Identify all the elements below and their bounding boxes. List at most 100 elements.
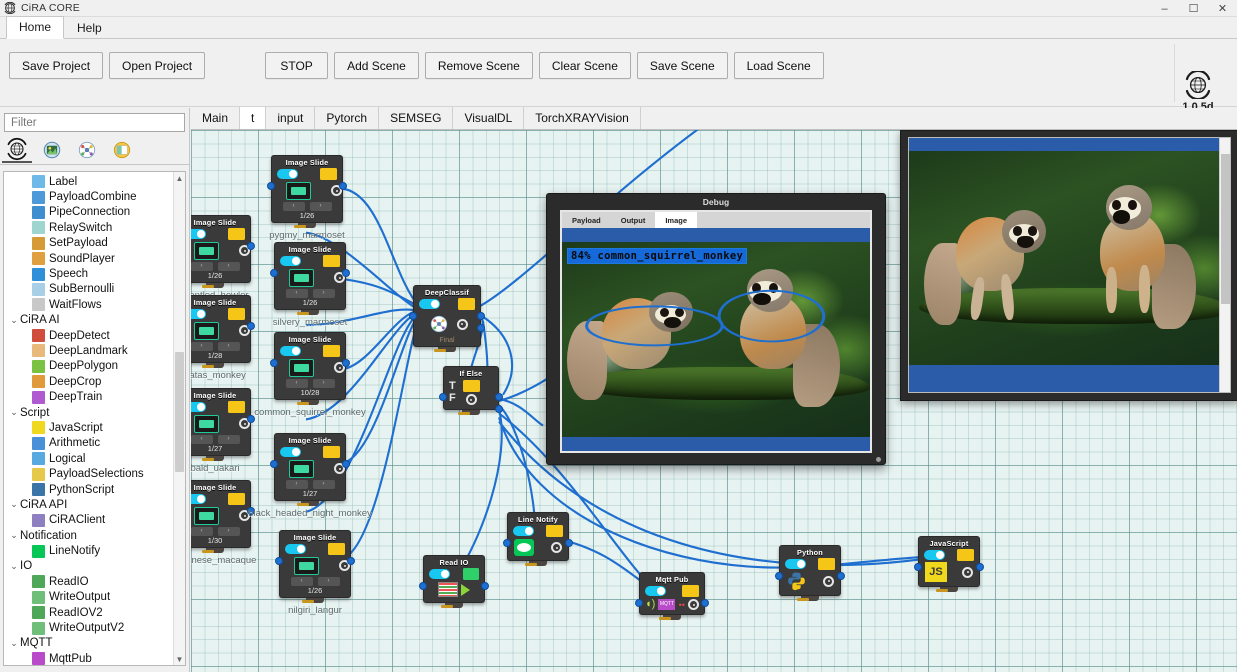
- node-body[interactable]: JavaScript JS: [914, 536, 984, 587]
- node-output-chip[interactable]: [320, 168, 337, 180]
- input-port[interactable]: [419, 582, 427, 590]
- remove-scene-button[interactable]: Remove Scene: [424, 52, 533, 79]
- tree-item-deeplandmark[interactable]: DeepLandmark: [4, 343, 185, 358]
- tree-group-script[interactable]: ⌄ Script: [4, 405, 185, 420]
- node-body[interactable]: Image Slide ‹ › 10/28: [270, 332, 350, 400]
- tree-group-io[interactable]: ⌄ IO: [4, 559, 185, 574]
- next-button[interactable]: ›: [317, 577, 340, 586]
- node-mqtt-pub[interactable]: Mqtt Pub ◖) MQTT ••: [635, 572, 709, 620]
- node-body[interactable]: Line Notify: [503, 512, 573, 561]
- node-body[interactable]: Image Slide ‹ › 1/26: [191, 215, 255, 283]
- tree-item-linenotify[interactable]: LineNotify: [4, 543, 185, 558]
- input-port[interactable]: [275, 557, 283, 565]
- scene-tab-torchxrayvision[interactable]: TorchXRAYVision: [524, 107, 641, 129]
- gear-icon[interactable]: [823, 575, 834, 587]
- node-output-chip[interactable]: [328, 543, 345, 555]
- node-output-chip[interactable]: [323, 345, 340, 357]
- node-toggle[interactable]: [191, 402, 206, 412]
- node-body[interactable]: Image Slide ‹ › 1/28: [191, 295, 255, 363]
- tree-item-deeppolygon[interactable]: DeepPolygon: [4, 359, 185, 374]
- stop-button[interactable]: STOP: [265, 52, 329, 79]
- node-body[interactable]: Image Slide ‹ › 1/30: [191, 480, 255, 548]
- output-port[interactable]: [477, 312, 485, 320]
- next-button[interactable]: ›: [217, 435, 240, 444]
- gear-icon[interactable]: [688, 599, 699, 610]
- node-toggle[interactable]: [645, 586, 666, 596]
- output-port[interactable]: [342, 269, 350, 277]
- output-port[interactable]: [247, 322, 255, 330]
- tree-item-payloadcombine[interactable]: PayloadCombine: [4, 189, 185, 204]
- debug-window[interactable]: Debug Payload Output Image 84% common_sq…: [546, 193, 886, 465]
- prev-button[interactable]: ‹: [191, 262, 213, 271]
- tree-item-writeoutputv2[interactable]: WriteOutputV2: [4, 620, 185, 635]
- node-image-slide[interactable]: Image Slide ‹ › 10/28 common_squirrel_monkey: [254, 332, 366, 418]
- scrollbar-thumb[interactable]: [175, 352, 184, 472]
- node-output-chip[interactable]: [546, 525, 563, 537]
- node-body[interactable]: Image Slide ‹ › 1/26: [267, 155, 347, 223]
- input-port[interactable]: [635, 599, 643, 607]
- output-port[interactable]: [837, 572, 845, 580]
- filter-input[interactable]: [9, 115, 180, 130]
- node-toggle[interactable]: [280, 346, 301, 356]
- tree-scrollbar[interactable]: ▲ ▼: [173, 172, 185, 665]
- node-toggle[interactable]: [277, 169, 298, 179]
- node-output-chip[interactable]: [323, 255, 340, 267]
- tree-item-arithmetic[interactable]: Arithmetic: [4, 436, 185, 451]
- prev-button[interactable]: ‹: [285, 379, 308, 388]
- tree-item-readio[interactable]: ReadIO: [4, 574, 185, 589]
- tree-item-javascript[interactable]: JavaScript: [4, 420, 185, 435]
- input-port[interactable]: [775, 572, 783, 580]
- save-scene-button[interactable]: Save Scene: [636, 52, 728, 79]
- tree-item-pipeconnection[interactable]: PipeConnection: [4, 205, 185, 220]
- tree-item-pythonscript[interactable]: PythonScript: [4, 482, 185, 497]
- prev-button[interactable]: ‹: [282, 202, 305, 211]
- node-body[interactable]: Mqtt Pub ◖) MQTT ••: [635, 572, 709, 615]
- node-toggle[interactable]: [429, 569, 450, 579]
- output-port[interactable]: [347, 557, 355, 565]
- prev-button[interactable]: ‹: [191, 527, 213, 536]
- debug-tab-output[interactable]: Output: [611, 212, 656, 228]
- tree-item-label[interactable]: Label: [4, 174, 185, 189]
- tree-item-deepdetect[interactable]: DeepDetect: [4, 328, 185, 343]
- input-port[interactable]: [409, 312, 417, 320]
- tree-item-soundplayer[interactable]: SoundPlayer: [4, 251, 185, 266]
- node-output-chip[interactable]: [228, 308, 245, 320]
- node-output-chip[interactable]: [228, 401, 245, 413]
- node-output-chip[interactable]: [463, 568, 479, 580]
- node-image-slide[interactable]: Image Slide ‹ › 1/27 bald_uakari: [191, 388, 255, 474]
- output-port[interactable]: [339, 182, 347, 190]
- scene-tab-semseg[interactable]: SEMSEG: [379, 107, 454, 129]
- minimize-button[interactable]: –: [1150, 0, 1179, 17]
- prev-button[interactable]: ‹: [285, 289, 308, 298]
- tree-group-cira-api[interactable]: ⌄ CiRA API: [4, 497, 185, 512]
- scroll-down-icon[interactable]: ▼: [174, 653, 185, 665]
- tree-item-subbernoulli[interactable]: SubBernoulli: [4, 282, 185, 297]
- node-deepclassif[interactable]: DeepClassif Final: [409, 285, 485, 352]
- output-port-secondary[interactable]: [495, 405, 503, 413]
- maximize-button[interactable]: ☐: [1179, 0, 1208, 17]
- menu-tab-help[interactable]: Help: [64, 17, 115, 39]
- tree-item-readiov2[interactable]: ReadIOV2: [4, 605, 185, 620]
- close-button[interactable]: ✕: [1208, 0, 1237, 17]
- scene-tab-t[interactable]: t: [240, 107, 267, 129]
- node-toggle[interactable]: [191, 309, 206, 319]
- preview-scrollbar[interactable]: [1219, 138, 1230, 392]
- node-body[interactable]: Image Slide ‹ › 1/26: [270, 242, 350, 310]
- next-button[interactable]: ›: [217, 342, 240, 351]
- node-output-chip[interactable]: [323, 446, 340, 458]
- input-port[interactable]: [267, 182, 275, 190]
- tree-item-ciraclient[interactable]: CiRAClient: [4, 513, 185, 528]
- node-toggle[interactable]: [785, 559, 806, 569]
- tree-group-cira-ai[interactable]: ⌄ CiRA AI: [4, 313, 185, 328]
- next-button[interactable]: ›: [312, 289, 335, 298]
- output-port[interactable]: [976, 563, 984, 571]
- tree-item-logical[interactable]: Logical: [4, 451, 185, 466]
- flow-canvas[interactable]: Image Slide‹›1/26mantled_howlerImage Sli…: [191, 130, 1237, 672]
- gear-icon[interactable]: [465, 394, 477, 405]
- prev-button[interactable]: ‹: [285, 480, 308, 489]
- image-preview-window[interactable]: [900, 130, 1237, 401]
- node-image-slide[interactable]: Image Slide‹›1/28patas_monkey: [191, 295, 255, 381]
- tree-item-setpayload[interactable]: SetPayload: [4, 236, 185, 251]
- tree-item-payloadselections[interactable]: PayloadSelections: [4, 466, 185, 481]
- open-project-button[interactable]: Open Project: [109, 52, 206, 79]
